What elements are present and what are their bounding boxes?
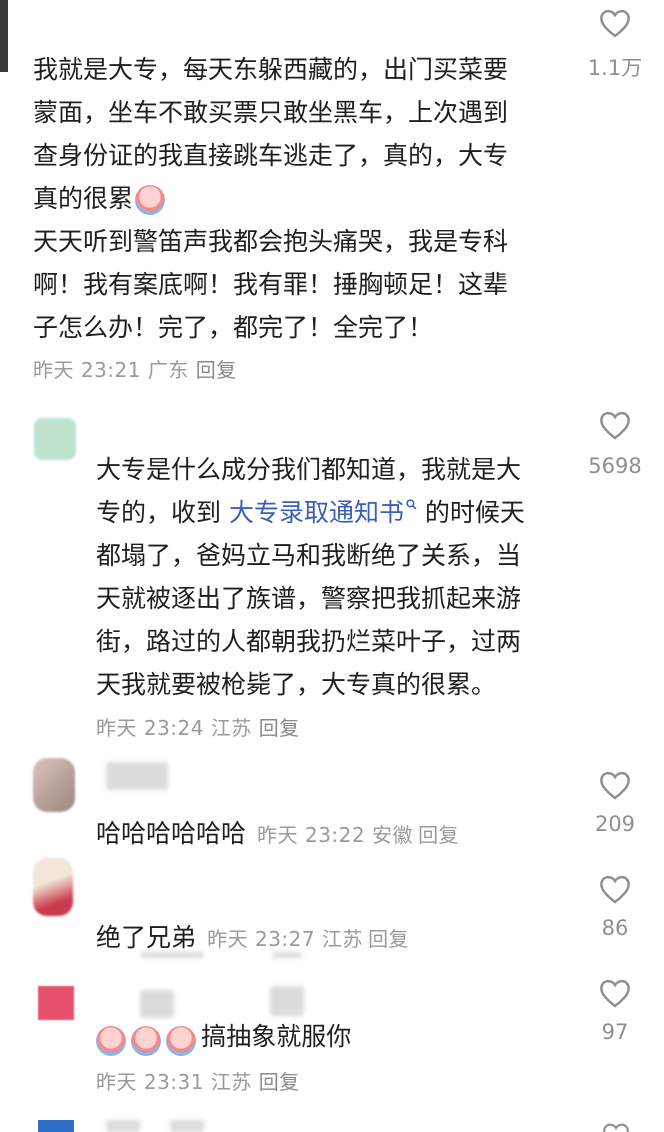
comment-time-location: 昨天 23:22 安徽 <box>257 823 413 847</box>
like-count: 5698 <box>588 454 642 478</box>
reply-button[interactable]: 回复 <box>418 823 459 847</box>
comment-line: 天天听到警笛声我都会抱头痛哭，我是专科 <box>33 227 509 256</box>
crying-face-emoji-icon <box>135 185 166 215</box>
heart-outline-icon <box>603 1123 629 1132</box>
comment-3-row: 哈哈哈哈哈哈 昨天 23:22 安徽 回复 <box>96 812 459 855</box>
reply-button[interactable]: 回复 <box>368 927 409 951</box>
heart-outline-icon <box>600 411 630 440</box>
heart-outline-icon <box>600 979 630 1008</box>
comment-line: 我就是大专，每天东躲西藏的，出门买菜要 <box>33 55 509 84</box>
comment-line-text: 真的很累 <box>33 184 134 213</box>
username-blurred[interactable] <box>106 1120 140 1132</box>
comment-line: 专的，收到 大专录取通知书 的时候天 <box>96 491 566 534</box>
username-blurred[interactable] <box>106 762 168 790</box>
comment-line: 天就被逐出了族谱，警察把我抓起来游 <box>96 584 522 613</box>
comment-line: 蒙面，坐车不敢买票只敢坐黑车，上次遇到 <box>33 98 509 127</box>
search-link-text: 大专录取通知书 <box>228 498 404 527</box>
like-count: 1.1万 <box>587 56 643 80</box>
comment-1-body: 我就是大专，每天东躲西藏的，出门买菜要 蒙面，坐车不敢买票只敢坐黑车，上次遇到 … <box>33 48 573 349</box>
comment-5-row: 搞抽象就服你 <box>96 1015 351 1058</box>
comment-line: 啊！我有案底啊！我有罪！捶胸顿足！这辈 <box>33 270 509 299</box>
comment-line-text: 的时候天 <box>416 498 525 527</box>
comment-line: 都塌了，爸妈立马和我断绝了关系，当 <box>96 541 522 570</box>
username-blurred[interactable] <box>140 990 174 1018</box>
comment-text: 绝了兄弟 <box>96 923 197 952</box>
comment-line: 街，路过的人都朝我扔烂菜叶子，过两 <box>96 627 522 656</box>
like-count: 86 <box>601 916 629 940</box>
reply-button[interactable]: 回复 <box>196 358 237 382</box>
heart-outline-icon <box>600 9 630 38</box>
comment-time-location: 昨天 23:27 江苏 <box>207 927 363 951</box>
comment-line: 查身份证的我直接跳车逃走了，真的，大专 <box>33 141 509 170</box>
comment-line-text: 专的，收到 <box>96 498 229 527</box>
crying-face-emoji-icon <box>131 1025 162 1056</box>
avatar[interactable] <box>34 418 76 460</box>
comment-line: 天我就要被枪毙了，大专真的很累。 <box>96 670 497 699</box>
like-button[interactable]: 97 <box>575 978 655 1044</box>
like-count: 209 <box>594 812 636 836</box>
comment-line: 子怎么办！完了，都完了！全完了！ <box>33 313 434 342</box>
comment-2-body: 大专是什么成分我们都知道，我就是大 专的，收到 大专录取通知书 的时候天 都塌了… <box>96 448 566 706</box>
username-blurred[interactable] <box>170 1120 204 1132</box>
reply-button[interactable]: 回复 <box>259 1070 300 1094</box>
avatar[interactable] <box>33 858 73 916</box>
heart-outline-icon <box>600 771 630 800</box>
avatar-partial[interactable] <box>0 0 8 72</box>
comment-time-location: 昨天 23:31 江苏 <box>96 1070 252 1094</box>
comment-time-location: 昨天 23:21 广东 <box>33 358 189 382</box>
like-button[interactable]: 209 <box>575 770 655 836</box>
comment-text: 哈哈哈哈哈哈 <box>96 819 247 848</box>
crying-face-emoji-icon <box>166 1025 197 1056</box>
avatar[interactable] <box>33 758 75 812</box>
comment-text: 搞抽象就服你 <box>201 1022 352 1051</box>
like-button[interactable]: 1.1万 <box>575 8 655 82</box>
comment-2-meta: 昨天 23:24 江苏 回复 <box>96 712 300 741</box>
comment-line: 真的很累 <box>33 177 573 220</box>
crying-face-emoji-icon <box>96 1025 126 1056</box>
reply-button[interactable]: 回复 <box>259 716 300 740</box>
like-button[interactable]: 86 <box>575 874 655 940</box>
like-count: 97 <box>601 1020 629 1044</box>
avatar[interactable] <box>38 986 74 1020</box>
comment-4-row: 绝了兄弟 昨天 23:27 江苏 回复 <box>96 916 409 959</box>
comment-line: 大专是什么成分我们都知道，我就是大 <box>96 455 522 484</box>
search-link-icon <box>406 499 417 510</box>
like-button[interactable]: 5698 <box>575 410 655 478</box>
comment-time-location: 昨天 23:24 江苏 <box>96 716 252 740</box>
like-button-partial[interactable] <box>601 1122 631 1132</box>
heart-outline-icon <box>600 875 630 904</box>
comment-1-meta: 昨天 23:21 广东 回复 <box>33 354 237 383</box>
avatar[interactable] <box>38 1120 74 1132</box>
search-link[interactable]: 大专录取通知书 <box>229 498 417 527</box>
comment-5-meta: 昨天 23:31 江苏 回复 <box>96 1066 300 1095</box>
username-blurred[interactable] <box>270 986 304 1016</box>
